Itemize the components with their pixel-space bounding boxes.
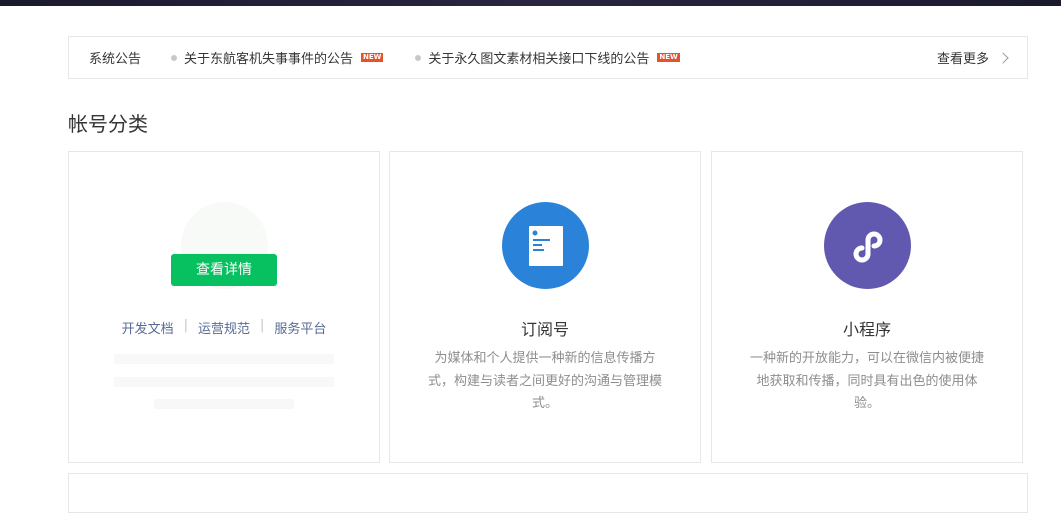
card-description: 为媒体和个人提供一种新的信息传播方式，构建与读者之间更好的沟通与管理模式。: [427, 351, 662, 411]
service-platform-link[interactable]: 服务平台: [274, 318, 326, 337]
view-more-label: 查看更多: [936, 52, 989, 67]
separator: |: [260, 318, 265, 333]
dev-docs-link[interactable]: 开发文档: [122, 318, 174, 337]
card-title: 订阅号: [520, 320, 569, 339]
bullet-icon: [171, 54, 178, 61]
separator: |: [183, 318, 188, 333]
bullet-icon: [415, 54, 422, 61]
subscription-document-icon: [502, 202, 589, 289]
notice-text: 关于永久图文素材相关接口下线的公告: [428, 52, 650, 67]
system-notice-bar: 系统公告 关于东航客机失事事件的公告 NEW 关于永久图文素材相关接口下线的公告 N…: [68, 36, 1028, 79]
faded-description: [154, 399, 294, 409]
service-account-card[interactable]: 查看详情 开发文档 | 运营规范 | 服务平台: [68, 151, 380, 463]
card-title: 小程序: [842, 320, 891, 339]
notice-label: 系统公告: [89, 52, 142, 67]
chevron-right-icon: [997, 51, 1009, 64]
view-more-link[interactable]: 查看更多: [936, 48, 1009, 67]
top-banner: [0, 0, 1061, 6]
new-badge: NEW: [657, 53, 680, 62]
next-section-panel: [68, 473, 1028, 513]
view-details-button[interactable]: 查看详情: [171, 254, 277, 286]
new-badge: NEW: [361, 53, 384, 62]
mini-program-card[interactable]: 小程序 一种新的开放能力，可以在微信内被便捷地获取和传播，同时具有出色的使用体验…: [711, 151, 1023, 463]
card-links: 开发文档 | 运营规范 | 服务平台: [69, 318, 379, 337]
section-title: 帐号分类: [68, 112, 148, 136]
operation-rules-link[interactable]: 运营规范: [198, 318, 250, 337]
mini-program-icon: [824, 202, 911, 289]
faded-description: [114, 354, 334, 364]
card-description: 一种新的开放能力，可以在微信内被便捷地获取和传播，同时具有出色的使用体验。: [749, 351, 984, 411]
notice-text: 关于东航客机失事事件的公告: [184, 52, 354, 67]
subscription-account-card[interactable]: 订阅号 为媒体和个人提供一种新的信息传播方式，构建与读者之间更好的沟通与管理模式…: [389, 151, 701, 463]
faded-description: [114, 377, 334, 387]
notice-item[interactable]: 关于永久图文素材相关接口下线的公告 NEW: [415, 48, 680, 67]
notice-item[interactable]: 关于东航客机失事事件的公告 NEW: [171, 48, 384, 67]
